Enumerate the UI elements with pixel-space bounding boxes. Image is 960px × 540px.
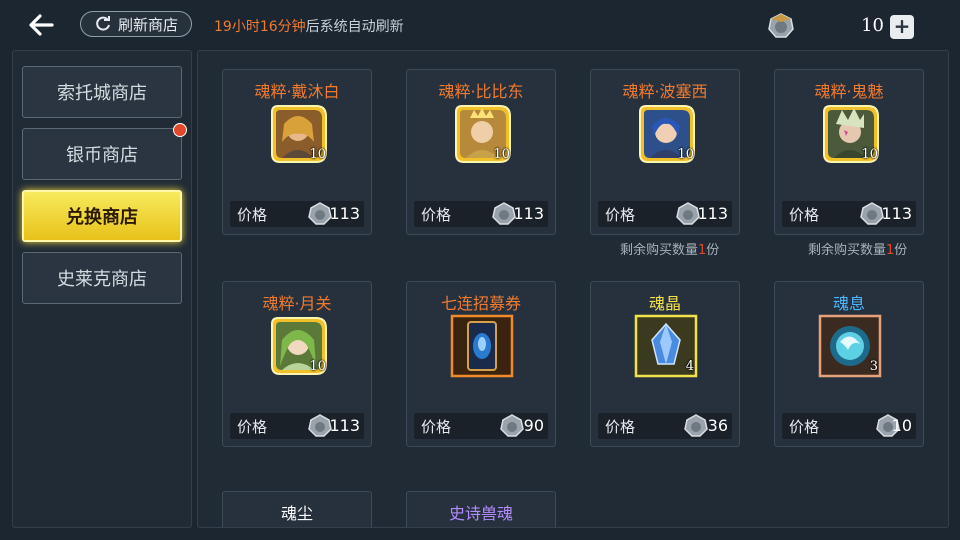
item-price: 113 bbox=[329, 204, 360, 223]
price-label: 价格 bbox=[789, 418, 820, 436]
tab-sotto-shop[interactable]: 索托城商店 bbox=[22, 66, 182, 118]
currency-count: 10 bbox=[861, 15, 884, 36]
soul-coin-icon bbox=[500, 414, 524, 437]
shop-item-card[interactable]: 魂粹·比比东 10 价格 113 bbox=[406, 69, 556, 235]
soul-coin-icon bbox=[684, 414, 708, 437]
item-price: 113 bbox=[881, 204, 912, 223]
price-bar: 价格 36 bbox=[598, 413, 732, 439]
item-name: 魂粹·鬼魅 bbox=[814, 82, 884, 101]
price-bar: 价格 113 bbox=[598, 201, 732, 227]
remaining-suffix: 份 bbox=[894, 243, 908, 258]
shop-item-card[interactable]: 七连招募券 价格 90 bbox=[406, 281, 556, 447]
shop-item-card[interactable]: 魂粹·鬼魅 10 价格 113 bbox=[774, 69, 924, 235]
item-price: 113 bbox=[513, 204, 544, 223]
price-bar: 价格 113 bbox=[414, 201, 548, 227]
add-currency-button[interactable]: + bbox=[890, 15, 914, 39]
remaining-quantity: 剩余购买数量1份 bbox=[620, 239, 719, 258]
refresh-countdown: 19小时16分钟后系统自动刷新 bbox=[214, 16, 404, 36]
recruit-ticket-icon bbox=[450, 314, 514, 378]
shop-item-card[interactable]: 魂粹·戴沐白 10 价格 113 bbox=[222, 69, 372, 235]
price-bar: 价格 113 bbox=[230, 201, 364, 227]
top-bar: 刷新商店 19小时16分钟后系统自动刷新 10 + bbox=[0, 0, 960, 50]
item-name: 魂尘 bbox=[280, 504, 313, 523]
item-price: 113 bbox=[697, 204, 728, 223]
price-label: 价格 bbox=[237, 206, 268, 224]
remaining-prefix: 剩余购买数量 bbox=[808, 243, 887, 258]
portrait-icon: 10 bbox=[266, 314, 330, 378]
item-count: 10 bbox=[493, 147, 510, 162]
price-label: 价格 bbox=[605, 418, 636, 436]
remaining-prefix: 剩余购买数量 bbox=[620, 243, 699, 258]
remaining-suffix: 份 bbox=[706, 243, 720, 258]
refresh-button-label: 刷新商店 bbox=[117, 15, 178, 34]
refresh-icon bbox=[96, 16, 110, 31]
soul-coin-icon bbox=[308, 202, 332, 225]
item-count: 10 bbox=[309, 147, 326, 162]
shop-item-card[interactable]: 魂粹·月关 10 价格 113 bbox=[222, 281, 372, 447]
item-name: 魂粹·戴沐白 bbox=[254, 82, 340, 101]
tab-label: 史莱克商店 bbox=[57, 269, 147, 290]
soul-coin-icon bbox=[860, 202, 884, 225]
tab-label: 银币商店 bbox=[66, 145, 138, 166]
back-arrow-icon[interactable] bbox=[26, 10, 56, 40]
price-label: 价格 bbox=[421, 206, 452, 224]
item-price: 36 bbox=[707, 416, 728, 435]
item-count: 4 bbox=[685, 359, 694, 374]
refresh-suffix: 后系统自动刷新 bbox=[305, 19, 404, 35]
soul-coin-icon bbox=[768, 13, 794, 39]
item-name: 魂粹·比比东 bbox=[438, 82, 524, 101]
portrait-icon: 10 bbox=[634, 102, 698, 166]
item-name: 魂粹·波塞西 bbox=[622, 82, 708, 101]
shop-sidebar: 索托城商店 银币商店 兑换商店 史莱克商店 bbox=[12, 50, 192, 528]
remaining-quantity: 剩余购买数量1份 bbox=[808, 239, 907, 258]
refresh-time: 19小时16分钟 bbox=[214, 19, 306, 35]
portrait-icon: 10 bbox=[450, 102, 514, 166]
price-label: 价格 bbox=[421, 418, 452, 436]
soul-coin-icon bbox=[492, 202, 516, 225]
tab-label: 兑换商店 bbox=[66, 207, 138, 228]
soul-crystal-icon: 4 bbox=[634, 314, 698, 378]
price-bar: 价格 90 bbox=[414, 413, 548, 439]
tab-exchange-shop[interactable]: 兑换商店 bbox=[22, 190, 182, 242]
item-name: 魂晶 bbox=[648, 294, 681, 313]
shop-item-card[interactable]: 魂尘 bbox=[222, 491, 372, 527]
portrait-icon: 10 bbox=[818, 102, 882, 166]
price-bar: 价格 10 bbox=[782, 413, 916, 439]
item-price: 10 bbox=[891, 416, 912, 435]
shop-item-card[interactable]: 魂粹·波塞西 10 价格 113 bbox=[590, 69, 740, 235]
item-count: 10 bbox=[309, 359, 326, 374]
portrait-icon: 10 bbox=[266, 102, 330, 166]
tab-label: 索托城商店 bbox=[57, 83, 147, 104]
item-count: 10 bbox=[861, 147, 878, 162]
notification-dot bbox=[173, 123, 187, 137]
tab-shrek-shop[interactable]: 史莱克商店 bbox=[22, 252, 182, 304]
item-name: 史诗兽魂 bbox=[448, 504, 513, 523]
item-name: 七连招募券 bbox=[440, 294, 521, 313]
shop-item-grid: 魂粹·戴沐白 10 价格 113 魂粹·比比东 10 价格 113 魂粹·波塞西… bbox=[197, 50, 949, 528]
shop-item-card[interactable]: 魂晶 4 价格 36 bbox=[590, 281, 740, 447]
item-name: 魂息 bbox=[832, 294, 865, 313]
soul-breath-icon: 3 bbox=[818, 314, 882, 378]
price-bar: 价格 113 bbox=[782, 201, 916, 227]
item-name: 魂粹·月关 bbox=[262, 294, 332, 313]
item-count: 10 bbox=[677, 147, 694, 162]
price-bar: 价格 113 bbox=[230, 413, 364, 439]
shop-item-card[interactable]: 魂息 3 价格 10 bbox=[774, 281, 924, 447]
tab-silver-shop[interactable]: 银币商店 bbox=[22, 123, 187, 180]
soul-coin-icon bbox=[676, 202, 700, 225]
soul-coin-icon bbox=[308, 414, 332, 437]
price-label: 价格 bbox=[789, 206, 820, 224]
price-label: 价格 bbox=[605, 206, 636, 224]
item-price: 90 bbox=[523, 416, 544, 435]
shop-item-card[interactable]: 史诗兽魂 bbox=[406, 491, 556, 527]
item-count: 3 bbox=[869, 359, 878, 374]
item-price: 113 bbox=[329, 416, 360, 435]
refresh-shop-button[interactable]: 刷新商店 bbox=[80, 11, 192, 37]
price-label: 价格 bbox=[237, 418, 268, 436]
